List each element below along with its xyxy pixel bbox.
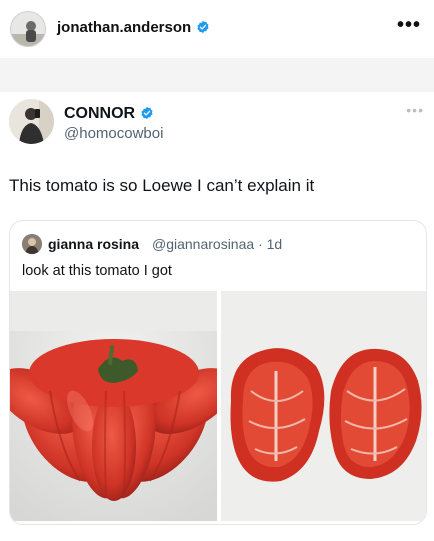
quoted-handle-row: @giannarosinaa · 1d (152, 236, 282, 252)
tweet-text: This tomato is so Loewe I can’t explain … (9, 176, 315, 195)
tweet-name-row[interactable]: CONNOR (64, 105, 154, 123)
post-header: jonathan.anderson ••• (0, 0, 434, 58)
username-row[interactable]: jonathan.anderson (57, 19, 210, 36)
more-horizontal-icon[interactable]: ••• (397, 14, 421, 37)
avatar-photo (11, 12, 45, 46)
quoted-text: look at this tomato I got (22, 263, 172, 279)
avatar-photo (9, 99, 54, 144)
sliced-tomato-photo (221, 291, 426, 521)
quoted-display-name[interactable]: gianna rosina (48, 236, 139, 252)
tweet-card: CONNOR @homocowboi ••• This tomato is so… (0, 92, 434, 541)
sliced-tomato-image[interactable] (221, 291, 426, 521)
verified-badge-icon (141, 106, 153, 120)
username[interactable]: jonathan.anderson (57, 19, 191, 36)
quoted-avatar[interactable] (22, 234, 42, 254)
quoted-tweet[interactable]: gianna rosina @giannarosinaa · 1d look a… (9, 220, 427, 525)
whole-tomato-photo (10, 291, 217, 521)
display-name[interactable]: CONNOR (64, 105, 135, 122)
tweet-avatar[interactable] (9, 99, 54, 144)
verified-badge-icon (197, 20, 209, 34)
quoted-handle[interactable]: @giannarosinaa (152, 236, 254, 252)
profile-avatar[interactable] (10, 11, 46, 47)
avatar-photo (22, 234, 42, 254)
tweet-more-icon[interactable]: ••• (406, 102, 424, 118)
whole-tomato-image[interactable] (10, 291, 217, 521)
quoted-time[interactable]: · 1d (258, 236, 282, 252)
tweet-handle[interactable]: @homocowboi (64, 125, 163, 142)
divider-band (0, 58, 434, 92)
